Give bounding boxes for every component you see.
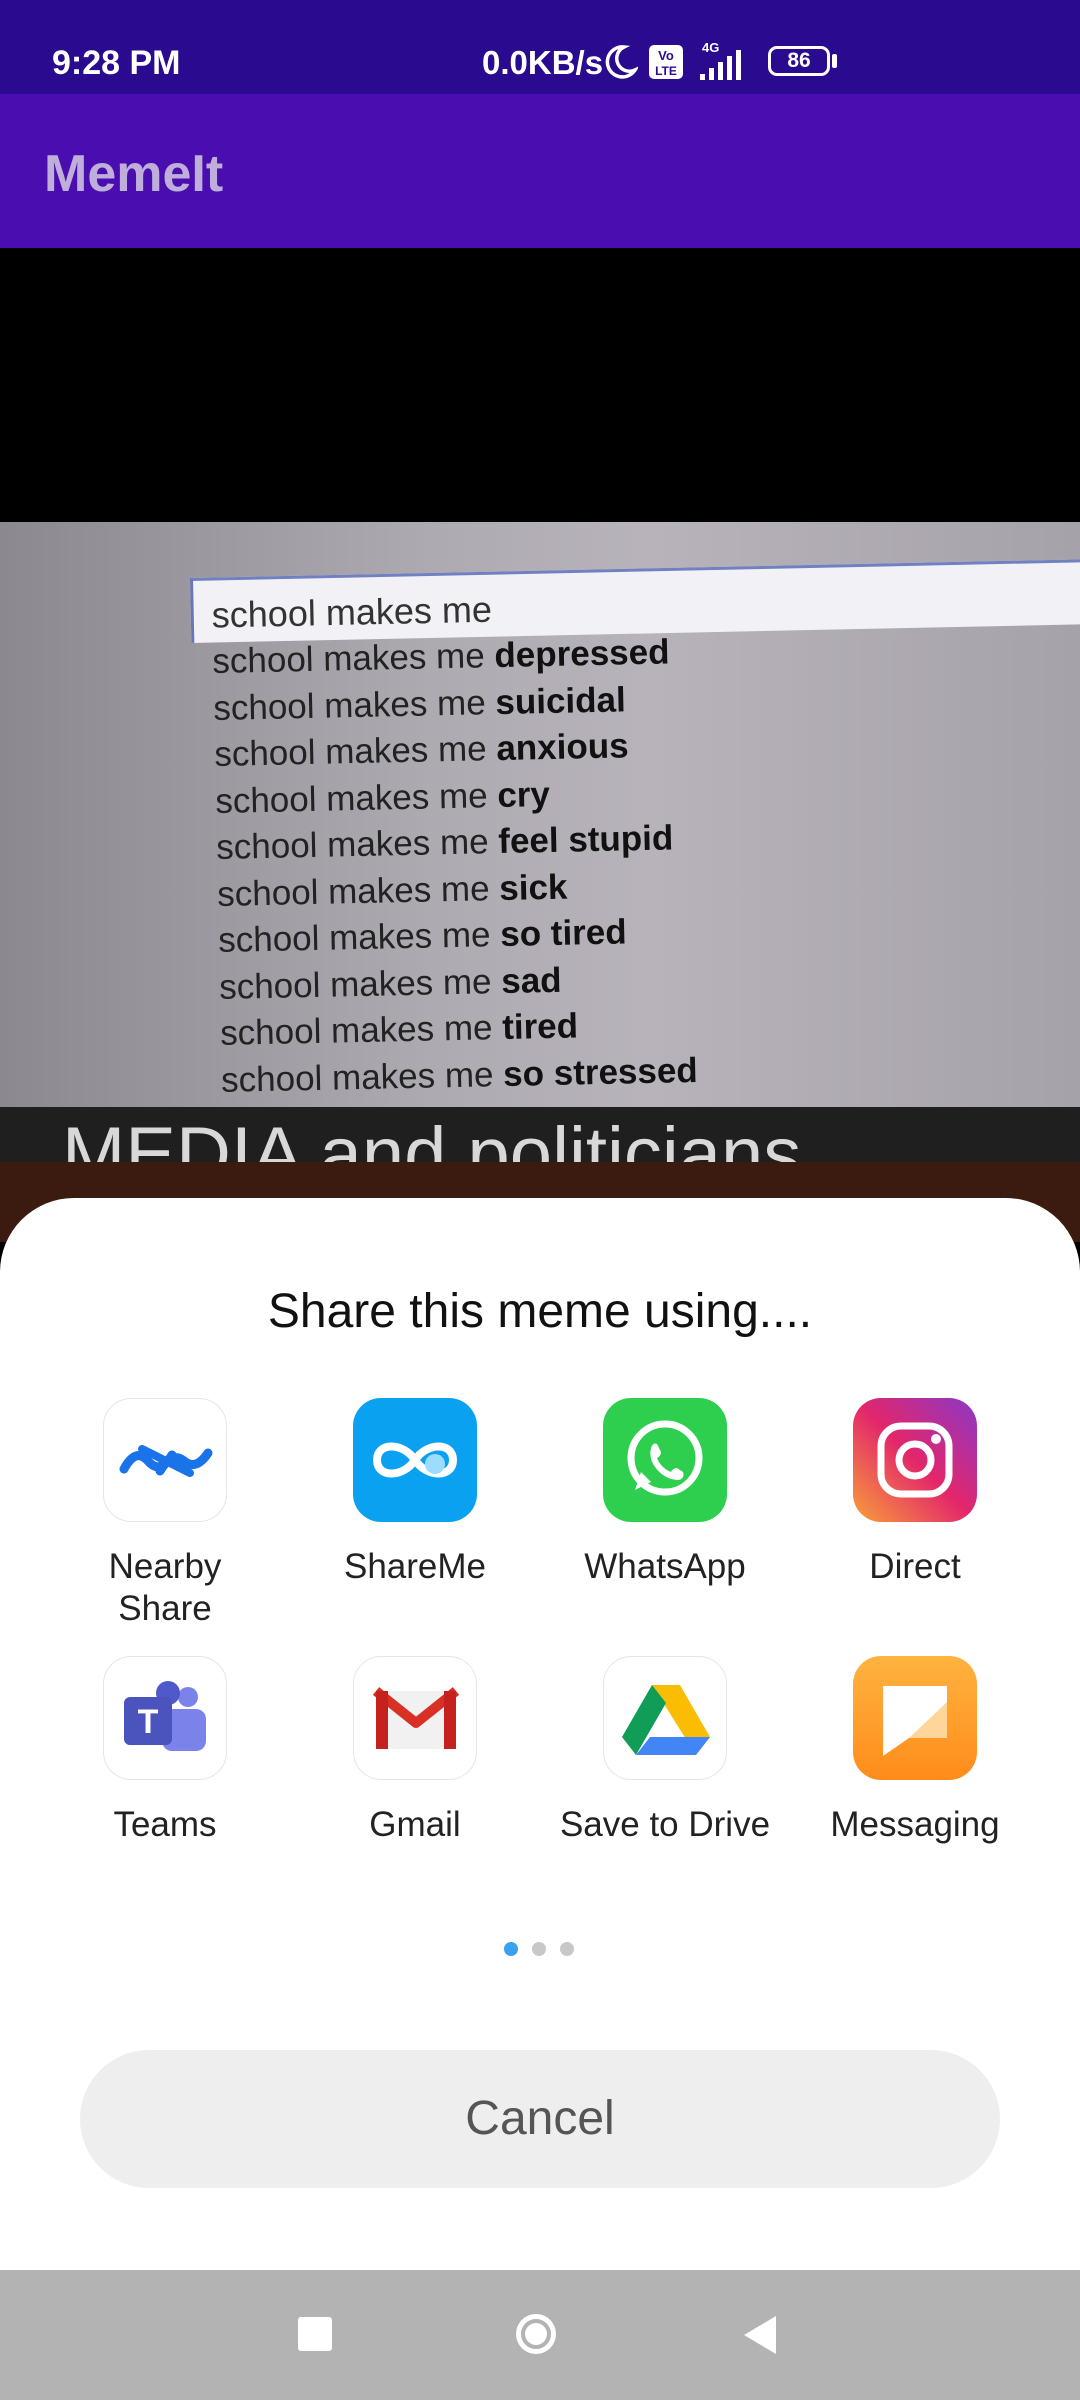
- messaging-icon: [853, 1656, 977, 1780]
- svg-text:LTE: LTE: [655, 64, 677, 78]
- network-speed: 0.0KB/s: [482, 44, 604, 81]
- status-time: 9:28 PM: [52, 44, 181, 82]
- share-sheet-title: Share this meme using....: [267, 1285, 813, 1338]
- share-sheet: Share this meme using.... Nearby Share S…: [0, 1198, 1080, 2270]
- navigation-bar: [0, 2270, 1080, 2400]
- image-letterbox: [0, 248, 1080, 522]
- share-target-direct[interactable]: Direct: [790, 1398, 1040, 1588]
- meme-image: school makes me school makes me depresse…: [0, 522, 1080, 1202]
- shareme-icon: [353, 1398, 477, 1522]
- google-drive-icon: [603, 1656, 727, 1780]
- recents-square-icon[interactable]: [298, 2317, 332, 2351]
- volte-icon: Vo LTE: [649, 45, 683, 79]
- page-dot-active: [504, 1942, 518, 1956]
- share-target-label: Save to Drive: [559, 1805, 771, 1844]
- share-target-save-to-drive[interactable]: Save to Drive: [540, 1656, 790, 1846]
- share-target-shareme[interactable]: ShareMe: [290, 1398, 540, 1588]
- page-indicator: [504, 1942, 576, 1958]
- svg-text:Vo: Vo: [658, 48, 674, 63]
- page-dot: [560, 1942, 574, 1956]
- back-triangle-icon[interactable]: [740, 2314, 780, 2356]
- meme-suggestion-list: school makes me depressed school makes m…: [212, 624, 1080, 1107]
- meme-search-query: school makes me: [211, 588, 493, 636]
- share-target-label: Gmail: [369, 1805, 461, 1844]
- nearby-share-icon: [103, 1398, 227, 1522]
- status-bar: 9:28 PM 0.0KB/s Vo LTE 4G 86: [0, 0, 1080, 94]
- share-target-label: Direct: [869, 1547, 961, 1586]
- gmail-icon: [353, 1656, 477, 1780]
- share-target-label: Teams: [113, 1805, 217, 1844]
- app-title: MemeIt: [44, 145, 224, 203]
- share-target-whatsapp[interactable]: WhatsApp: [540, 1398, 790, 1588]
- signal-icon: 4G: [700, 40, 741, 80]
- whatsapp-icon: [603, 1398, 727, 1522]
- instagram-direct-icon: [853, 1398, 977, 1522]
- signal-type-label: 4G: [702, 40, 719, 55]
- share-target-teams[interactable]: T Teams: [40, 1656, 290, 1846]
- battery-icon: 86: [768, 46, 830, 76]
- share-target-label: Messaging: [830, 1805, 1000, 1844]
- share-target-label: Nearby Share: [108, 1547, 222, 1628]
- moon-icon: [605, 45, 638, 79]
- teams-icon: T: [103, 1656, 227, 1780]
- svg-text:T: T: [138, 1703, 159, 1741]
- share-target-gmail[interactable]: Gmail: [290, 1656, 540, 1846]
- app-bar: MemeIt: [0, 94, 1080, 248]
- page-dot: [532, 1942, 546, 1956]
- share-target-label: WhatsApp: [584, 1547, 746, 1586]
- cancel-button[interactable]: Cancel: [80, 2050, 1000, 2188]
- share-target-label: ShareMe: [343, 1547, 487, 1586]
- home-circle-icon[interactable]: [516, 2314, 556, 2354]
- share-target-messaging[interactable]: Messaging: [790, 1656, 1040, 1846]
- battery-tip: [832, 54, 837, 68]
- battery-level: 86: [787, 49, 811, 72]
- share-target-nearby-share[interactable]: Nearby Share: [40, 1398, 290, 1630]
